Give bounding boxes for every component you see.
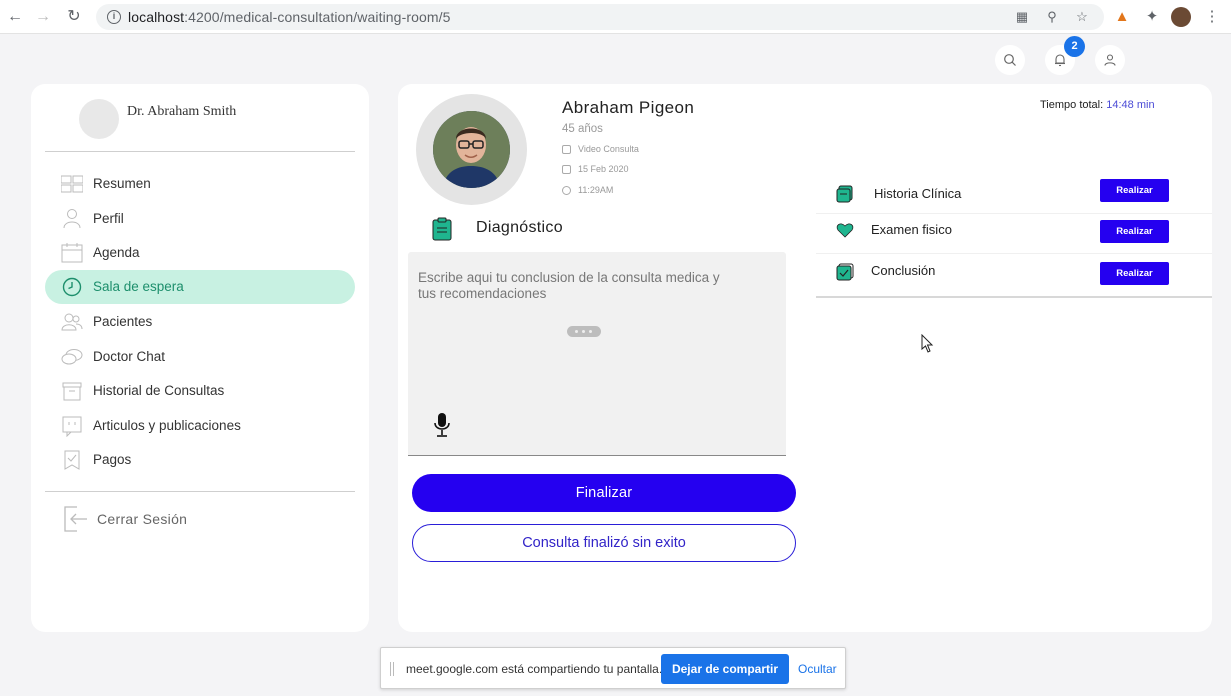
doctor-name: Dr. Abraham Smith [127,104,237,119]
microphone-icon[interactable] [433,412,451,438]
notification-badge: 2 [1064,36,1085,57]
task-label: Examen fisico [871,222,952,237]
user-icon [63,209,81,229]
consult-time: 11:29AM [578,185,614,195]
clock-icon [562,185,571,195]
account-button[interactable] [1095,45,1125,75]
url-text: localhost:4200/medical-consultation/wait… [128,9,451,25]
browser-profile-avatar[interactable] [1171,7,1191,27]
sidebar-item-label: Pacientes [93,314,153,329]
task-conclusion: Conclusión Realizar [816,254,1212,294]
diagnosis-placeholder: Escribe aqui tu conclusion de la consult… [418,270,720,301]
site-info-icon[interactable]: i [107,10,121,24]
chat-icon [61,349,83,365]
patient-photo [433,111,510,188]
consult-date: 15 Feb 2020 [578,164,629,174]
consult-time-row: 11:29AM [562,185,613,195]
sidebar-item-sala-de-espera[interactable]: Sala de espera [45,270,355,304]
logout-button[interactable]: Cerrar Sesión [45,502,355,536]
sidebar-item-label: Historial de Consultas [93,383,225,398]
search-icon [1004,54,1016,66]
calendar-icon [562,164,571,174]
task-realizar-button[interactable]: Realizar [1100,220,1169,243]
address-bar[interactable]: i localhost:4200/medical-consultation/wa… [96,4,1104,30]
clock-icon [62,277,82,297]
bookmark-star-icon[interactable]: ☆ [1074,9,1090,25]
sidebar-divider [45,491,355,492]
mouse-cursor-icon [921,334,934,353]
sidebar-item-pagos[interactable]: Pagos [45,443,355,477]
sidebar-item-pacientes[interactable]: Pacientes [45,305,355,339]
hide-share-bar-link[interactable]: Ocultar [798,662,837,676]
articles-icon [62,416,82,437]
share-message: meet.google.com está compartiendo tu pan… [406,662,663,676]
metamask-extension-icon[interactable]: ▲ [1112,7,1132,27]
logout-label: Cerrar Sesión [97,511,188,527]
total-time-value: 14:48 min [1106,99,1155,111]
stop-sharing-button[interactable]: Dejar de compartir [661,654,789,684]
task-examen-fisico: Examen fisico Realizar [816,214,1212,254]
sidebar: Dr. Abraham Smith Resumen Perfil Agenda … [31,84,369,632]
logout-icon [64,506,87,532]
patient-photo-frame [416,94,527,205]
search-button[interactable] [995,45,1025,75]
sidebar-item-label: Doctor Chat [93,349,166,364]
forward-icon[interactable]: → [33,7,53,27]
consult-type: Video Consulta [578,144,639,154]
heart-icon [836,223,854,238]
grid-icon [61,175,83,193]
calendar-icon [61,243,83,263]
payments-icon [64,450,80,470]
task-label: Conclusión [871,263,936,278]
finalize-button[interactable]: Finalizar [412,474,796,512]
bell-icon [1055,54,1065,67]
task-realizar-button[interactable]: Realizar [1100,179,1169,202]
history-icon [836,185,853,203]
unsuccessful-consult-button[interactable]: Consulta finalizó sin exito [412,524,796,562]
browser-toolbar: ← → ↻ i localhost:4200/medical-consultat… [0,0,1231,34]
consultation-panel: Abraham Pigeon 45 años Video Consulta 15… [398,84,1212,632]
reload-icon[interactable]: ↻ [64,7,84,27]
user-icon [1104,54,1116,66]
diagnosis-title: Diagnóstico [476,219,563,236]
sidebar-item-label: Perfil [93,211,124,226]
patients-icon [61,313,83,331]
task-label: Historia Clínica [874,186,962,201]
sidebar-item-historial[interactable]: Historial de Consultas [45,374,355,408]
extensions-puzzle-icon[interactable]: ✦ [1142,7,1162,27]
sidebar-item-doctor-chat[interactable]: Doctor Chat [45,340,355,374]
sidebar-divider [45,151,355,152]
sidebar-item-label: Pagos [93,452,132,467]
clipboard-icon [432,217,452,241]
sidebar-item-label: Agenda [93,245,140,260]
patient-age: 45 años [562,123,603,135]
loading-indicator [567,326,601,337]
browser-menu-icon[interactable]: ⋮ [1202,7,1222,27]
consult-type-row: Video Consulta [562,144,639,154]
consult-task-list: Historia Clínica Realizar Examen fisico … [816,174,1212,298]
drag-handle-icon[interactable] [390,662,394,676]
back-icon[interactable]: ← [5,7,25,27]
sidebar-item-agenda[interactable]: Agenda [45,236,355,270]
translate-icon[interactable]: ▦ [1014,9,1030,25]
diagnosis-textarea[interactable]: Escribe aqui tu conclusion de la consult… [408,252,786,456]
task-realizar-button[interactable]: Realizar [1100,262,1169,285]
patient-name: Abraham Pigeon [562,98,695,117]
sidebar-item-articulos[interactable]: Articulos y publicaciones [45,409,355,443]
task-historia-clinica: Historia Clínica Realizar [816,174,1212,214]
zoom-icon[interactable]: ⚲ [1044,9,1060,25]
video-icon [562,144,571,154]
doctor-avatar [79,99,119,139]
checkbox-icon [836,263,854,281]
sidebar-item-resumen[interactable]: Resumen [45,167,355,201]
consult-date-row: 15 Feb 2020 [562,164,629,174]
total-time-label: Tiempo total: [1040,99,1104,111]
total-time: Tiempo total: 14:48 min [1040,99,1155,111]
sidebar-item-label: Sala de espera [93,279,184,294]
sidebar-item-label: Articulos y publicaciones [93,418,241,433]
screen-share-bar: meet.google.com está compartiendo tu pan… [380,647,846,689]
sidebar-item-label: Resumen [93,176,151,191]
sidebar-item-perfil[interactable]: Perfil [45,202,355,236]
archive-icon [62,382,82,401]
